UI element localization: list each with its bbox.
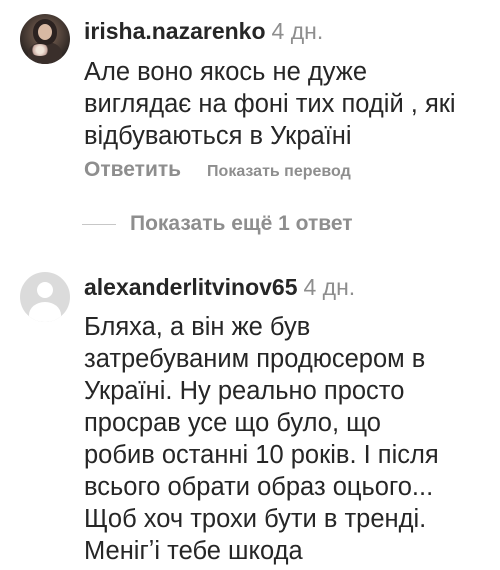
comment-text-line: просрав усе що було, що	[84, 409, 381, 437]
comment-text-line: виглядає на фоні тих подій , які	[84, 90, 456, 118]
comment-text: Бляха, а він же був затребуваним продюсе…	[84, 311, 484, 567]
comment-actions: Ответить Показать перевод	[84, 158, 351, 182]
comment-text-line: всього обрати образ оцього...	[84, 473, 434, 501]
show-translation-button[interactable]: Показать перевод	[207, 163, 351, 180]
comment-text-line: затребуваним продюсером в	[84, 345, 426, 373]
comment-text-line: Бляха, а він же був	[84, 313, 311, 341]
comment-header: alexanderlitvinov65 4 дн.	[84, 273, 355, 301]
avatar-photo-face	[38, 24, 52, 40]
avatar-alexanderlitvinov65[interactable]	[20, 272, 70, 322]
comment-username[interactable]: irisha.nazarenko	[84, 18, 266, 44]
avatar-irisha-nazarenko[interactable]	[20, 14, 70, 64]
comment-text-line: Щоб хоч трохи бути в тренді.	[84, 505, 427, 533]
default-avatar-shoulders-icon	[29, 302, 61, 322]
comment-timestamp[interactable]: 4 дн.	[272, 18, 324, 44]
comment-text-line: Але воно якось не дуже	[84, 58, 368, 86]
comment-username[interactable]: alexanderlitvinov65	[84, 274, 298, 300]
comment-text-line: Україні. Ну реально просто	[84, 377, 405, 405]
comment-timestamp[interactable]: 4 дн.	[304, 274, 356, 300]
comment-text-line: робив останні 10 років. І після	[84, 441, 439, 469]
show-more-replies-label: Показать ещё 1 ответ	[130, 212, 353, 235]
comment-header: irisha.nazarenko 4 дн.	[84, 17, 323, 45]
show-more-replies-button[interactable]: Показать ещё 1 ответ	[82, 212, 353, 236]
comment-text: Але воно якось не дуже виглядає на фоні …	[84, 56, 484, 152]
comment-text-line: Менігʼі тебе шкода	[84, 537, 303, 565]
avatar-photo-flowers	[30, 44, 50, 56]
reply-button[interactable]: Ответить	[84, 158, 181, 181]
comment-text-line: відбуваються в Україні	[84, 122, 352, 150]
more-replies-divider	[82, 223, 116, 225]
default-avatar-head-icon	[37, 282, 53, 298]
